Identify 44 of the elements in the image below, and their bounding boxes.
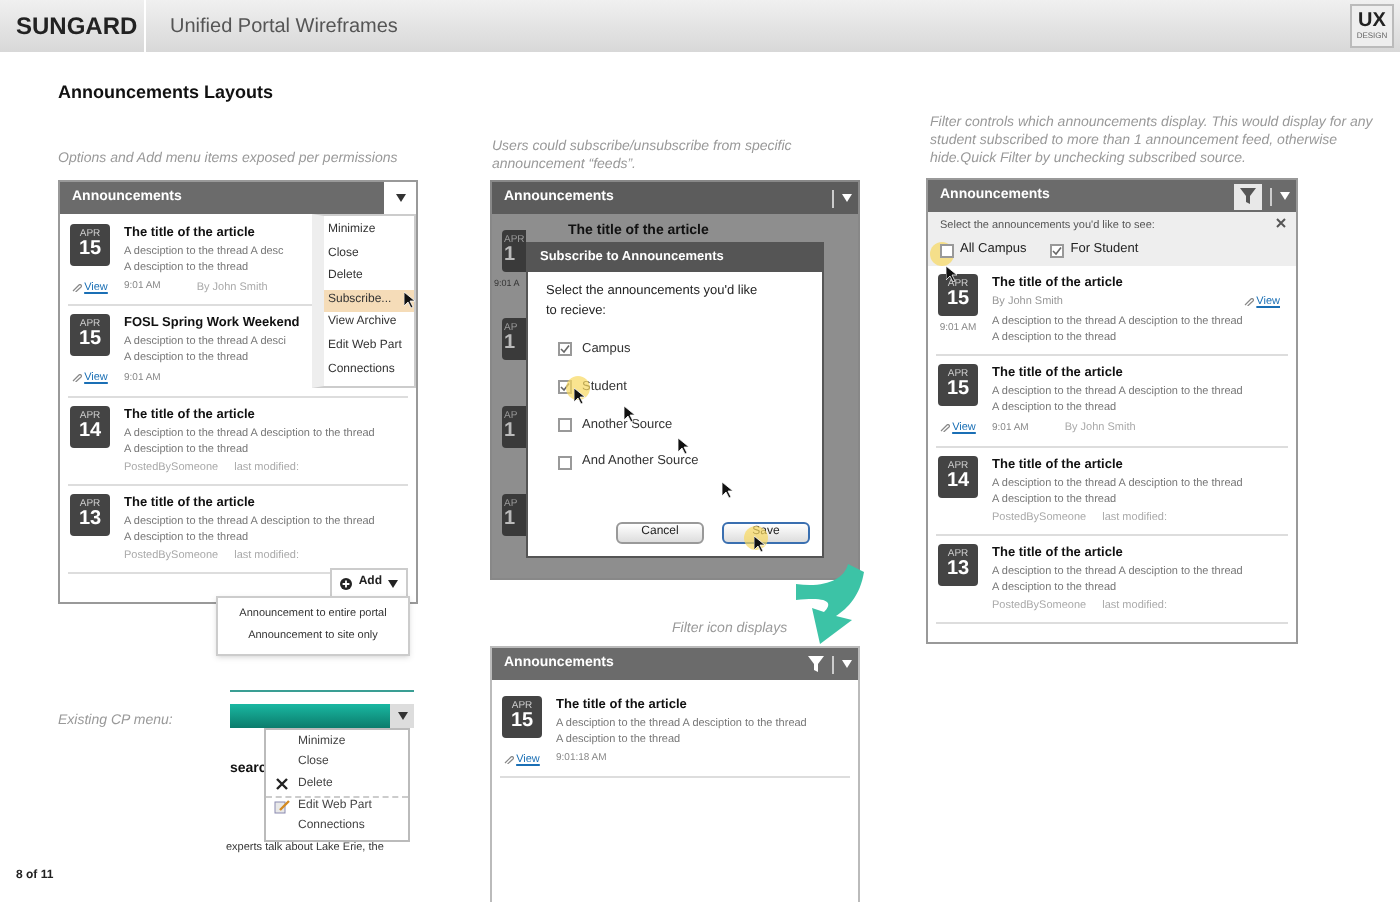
caret-icon xyxy=(842,194,852,202)
caret-icon xyxy=(1280,192,1290,200)
curved-arrow-icon xyxy=(796,564,868,644)
paperclip-icon xyxy=(940,424,951,433)
cursor-icon xyxy=(754,536,766,552)
paperclip-icon xyxy=(1244,298,1255,307)
badge-day: 15 xyxy=(78,240,102,260)
brand-name: SUNGARD xyxy=(0,0,146,52)
close-icon[interactable] xyxy=(1276,218,1286,228)
caret-icon xyxy=(842,660,852,668)
badge-day: 14 xyxy=(78,421,102,441)
filter-icon xyxy=(1240,188,1256,204)
cursor-icon xyxy=(624,406,636,422)
badge-day: 13 xyxy=(946,559,970,580)
badge-day: 15 xyxy=(946,380,970,401)
caret-icon xyxy=(397,712,407,720)
cursor-icon xyxy=(574,388,586,404)
cursor-icon xyxy=(678,438,690,454)
pencil-icon xyxy=(274,799,290,814)
checkbox[interactable] xyxy=(940,243,954,258)
paperclip-icon xyxy=(72,374,83,383)
page-heading: Announcements Layouts xyxy=(58,80,274,106)
paperclip-icon xyxy=(504,756,515,765)
close-icon xyxy=(276,778,288,791)
filter-button[interactable] xyxy=(1234,183,1262,209)
paperclip-icon xyxy=(72,284,83,293)
checkbox[interactable] xyxy=(558,342,572,357)
options-button[interactable] xyxy=(384,182,416,214)
caret-icon xyxy=(395,194,405,202)
checkbox[interactable] xyxy=(1050,243,1065,258)
caret-icon xyxy=(388,579,398,587)
filter-icon xyxy=(808,656,824,672)
document-title: Unified Portal Wireframes xyxy=(168,13,398,41)
badge-day: 13 xyxy=(78,509,102,530)
cursor-icon xyxy=(722,482,734,498)
plus-circle-icon xyxy=(340,577,353,589)
dropdown-button[interactable] xyxy=(390,704,414,728)
checkbox[interactable] xyxy=(558,417,572,432)
checkbox[interactable] xyxy=(558,455,572,470)
badge-day: 15 xyxy=(946,290,970,310)
badge-day: 14 xyxy=(946,471,970,491)
cursor-icon xyxy=(946,266,958,282)
badge-day: 15 xyxy=(78,330,102,351)
badge-day: 15 xyxy=(510,712,534,732)
